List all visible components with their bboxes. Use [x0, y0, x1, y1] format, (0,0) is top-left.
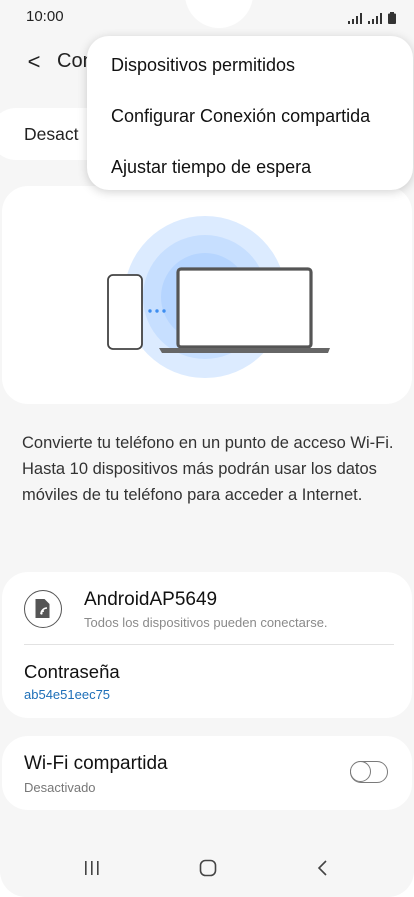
status-icons	[348, 12, 396, 24]
hotspot-illustration	[107, 216, 330, 378]
menu-item-allowed-devices[interactable]: Dispositivos permitidos	[111, 55, 295, 76]
battery-icon	[388, 12, 396, 24]
back-button[interactable]: <	[24, 49, 44, 75]
recents-icon[interactable]	[84, 859, 100, 877]
camera-notch	[185, 0, 253, 28]
wifi-shared-status: Desactivado	[24, 780, 96, 795]
menu-item-configure-hotspot[interactable]: Configurar Conexión compartida	[111, 106, 370, 127]
screen: 10:00 < Con Desact Convierte tu teléfono…	[0, 0, 414, 897]
wifi-shared-toggle[interactable]	[350, 761, 388, 783]
home-icon[interactable]	[199, 859, 217, 877]
network-card: AndroidAP5649 Todos los dispositivos pue…	[2, 572, 412, 718]
hotspot-description: Convierte tu teléfono en un punto de acc…	[22, 434, 394, 504]
status-time: 10:00	[26, 8, 64, 25]
password-value: ab54e51eec75	[24, 687, 111, 702]
phone-icon	[107, 274, 143, 350]
hotspot-illustration-card	[2, 186, 412, 404]
signal-icon	[368, 13, 382, 24]
network-visibility: Todos los dispositivos pueden conectarse…	[84, 615, 328, 630]
network-name[interactable]: AndroidAP5649	[84, 589, 217, 611]
hotspot-icon	[24, 590, 62, 628]
wifi-shared-label: Wi-Fi compartida	[24, 753, 168, 774]
divider	[24, 644, 394, 645]
navigation-bar	[0, 845, 414, 897]
back-icon[interactable]	[316, 859, 330, 877]
laptop-icon	[176, 267, 313, 349]
wifi-shared-card[interactable]: Wi-Fi compartida Desactivado	[2, 736, 412, 810]
menu-item-timeout[interactable]: Ajustar tiempo de espera	[111, 157, 311, 178]
password-label[interactable]: Contraseña	[24, 661, 120, 683]
hotspot-master-switch-label: Desact	[24, 124, 79, 144]
signal-icon	[348, 13, 362, 24]
toggle-knob	[350, 761, 371, 782]
status-bar: 10:00	[0, 0, 414, 34]
overflow-menu: Dispositivos permitidos Configurar Conex…	[87, 36, 413, 190]
